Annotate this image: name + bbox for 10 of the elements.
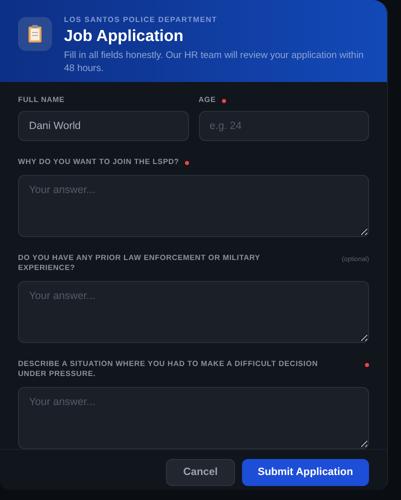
answer-box[interactable]: Your answer...	[18, 281, 369, 344]
answer-box[interactable]: Your answer...	[18, 175, 369, 238]
text-field[interactable]: Dani World	[18, 111, 188, 142]
submit-button[interactable]: Submit Application	[242, 459, 369, 486]
answer-box[interactable]: Your answer...	[18, 387, 369, 450]
text-field[interactable]: e.g. 24	[198, 111, 369, 142]
cancel-button[interactable]: Cancel	[166, 459, 235, 486]
dialog-subtitle: Fill in all fields honestly. Our HR team will review your application within 48 hours.	[64, 49, 364, 75]
dialog-title: Job Application	[64, 27, 184, 47]
clipboard-icon	[28, 25, 42, 43]
